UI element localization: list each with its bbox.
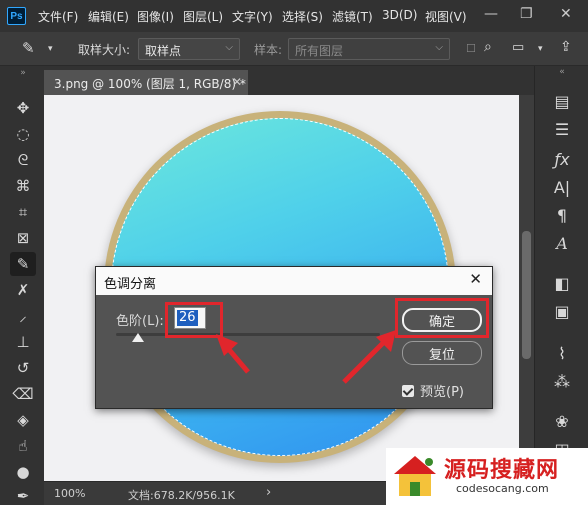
annotation-arrows — [216, 330, 396, 384]
watermark-url: codesocang.com — [456, 482, 549, 495]
watermark-logo: 源码搜藏网 codesocang.com — [386, 448, 588, 505]
house-logo-icon — [394, 456, 436, 496]
watermark-title: 源码搜藏网 — [444, 458, 560, 483]
arrow-to-ok-shaft — [342, 338, 388, 384]
